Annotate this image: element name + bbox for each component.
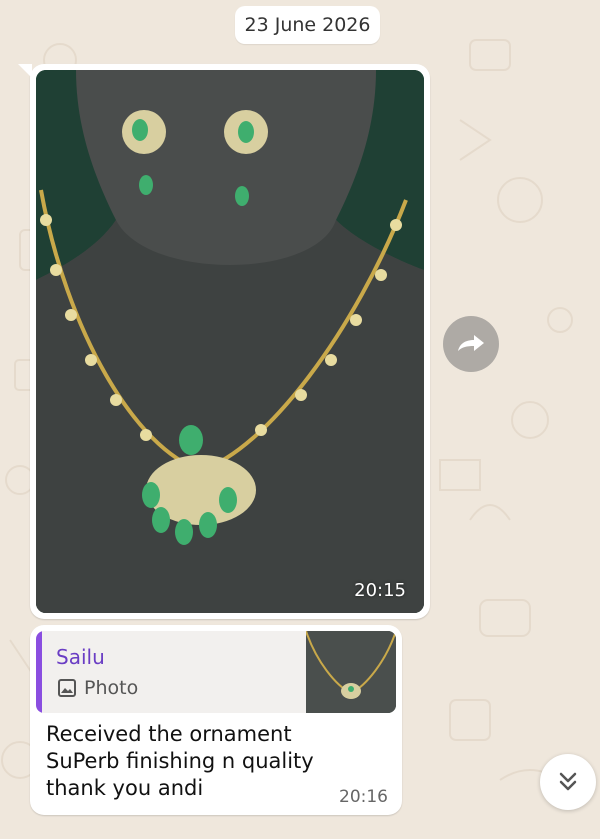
message-text: Received the ornament SuPerb finishing n… [46,722,314,800]
scroll-to-bottom-button[interactable] [540,754,596,810]
quoted-photo-thumbnail [306,631,396,713]
double-chevron-down-icon [559,772,577,791]
forward-button[interactable] [443,316,499,372]
reply-message-time: 20:16 [339,787,388,807]
image-message-time: 20:15 [354,580,406,601]
quoted-sender: Sailu [56,645,105,669]
quoted-type-label: Photo [84,677,139,699]
bubble-tail [18,64,32,78]
reply-message-bubble[interactable]: Sailu Photo Received the ornament SuPerb… [30,625,402,815]
quoted-type: Photo [58,677,138,699]
image-message-bubble[interactable]: 20:15 [18,64,430,619]
necklace-photo[interactable]: 20:15 [36,70,424,613]
forward-icon [458,335,484,351]
quote-accent-bar [36,631,42,713]
quoted-message[interactable]: Sailu Photo [36,631,396,713]
photo-icon [58,679,76,697]
date-divider: 23 June 2026 [235,6,380,44]
